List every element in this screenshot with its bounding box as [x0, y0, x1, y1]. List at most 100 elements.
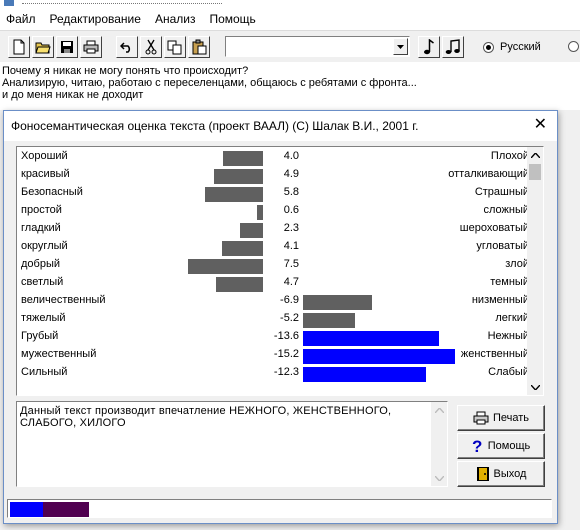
printer-icon	[473, 411, 489, 425]
text-line: и до меня никак не доходит	[2, 89, 144, 101]
open-button[interactable]	[32, 36, 54, 58]
scale-row[interactable]: тяжелый -5.2 легкий	[17, 310, 529, 328]
scale-row[interactable]: светлый 4.7 темный	[17, 274, 529, 292]
toolbar-combobox[interactable]	[225, 36, 410, 57]
scale-bar	[303, 313, 355, 328]
result-scrollbar[interactable]	[431, 402, 447, 486]
scale-right-word: Нежный	[487, 330, 529, 342]
scale-right-word: угловатый	[476, 240, 529, 252]
radio-dot	[568, 41, 579, 52]
scale-left-word: мужественный	[21, 348, 97, 360]
scale-right-word: Слабый	[488, 366, 529, 378]
print-button[interactable]: Печать	[457, 405, 545, 431]
scale-row[interactable]: величественный -6.9 низменный	[17, 292, 529, 310]
scale-value: -15.2	[273, 348, 299, 360]
help-button[interactable]: ? Помощь	[457, 433, 545, 459]
menu-help[interactable]: Помощь	[202, 12, 262, 26]
new-button[interactable]	[8, 36, 30, 58]
language-radio-russian[interactable]: Русский	[483, 41, 541, 53]
print-icon	[83, 40, 99, 54]
scale-row[interactable]: добрый 7.5 злой	[17, 256, 529, 274]
scale-left-word: Хороший	[21, 150, 68, 162]
door-icon	[476, 467, 489, 481]
close-icon[interactable]: ✕	[534, 117, 547, 133]
combobox-arrow[interactable]	[393, 38, 408, 55]
scroll-down-button[interactable]	[527, 379, 543, 395]
app-title-bar	[0, 0, 580, 8]
scale-row[interactable]: мужественный -15.2 женственный	[17, 346, 529, 364]
scale-row[interactable]: простой 0.6 сложный	[17, 202, 529, 220]
copy-button[interactable]	[164, 36, 186, 58]
text-line: Анализирую, читаю, работаю с переселенца…	[2, 77, 417, 89]
scale-value: -6.9	[280, 294, 299, 306]
scroll-down-button[interactable]	[431, 470, 447, 486]
dialog-title: Фоносемантическая оценка текста (проект …	[11, 119, 419, 133]
scale-right-word: злой	[505, 258, 529, 270]
phonosemantic-dialog: Фоносемантическая оценка текста (проект …	[3, 110, 558, 524]
scales-list[interactable]: Хороший 4.0 Плохой красивый 4.9 отталкивающий…	[16, 146, 544, 396]
result-text: Данный текст производит впечатление НЕЖН…	[20, 405, 392, 429]
scale-value: 7.5	[283, 258, 299, 270]
scale-row[interactable]: Грубый -13.6 Нежный	[17, 328, 529, 346]
scale-right-word: Плохой	[490, 150, 529, 162]
scales-scrollbar[interactable]	[527, 147, 543, 395]
save-icon	[61, 41, 73, 53]
scroll-up-button[interactable]	[527, 147, 543, 163]
scale-row[interactable]: Безопасный 5.8 Страшный	[17, 184, 529, 202]
scale-left-word: Безопасный	[21, 186, 83, 198]
scale-row[interactable]: красивый 4.9 отталкивающий	[17, 166, 529, 184]
question-icon: ?	[472, 438, 482, 454]
chevron-down-icon	[397, 44, 404, 49]
result-text-box[interactable]: Данный текст производит впечатление НЕЖН…	[16, 401, 448, 487]
scale-left-word: гладкий	[21, 222, 61, 234]
source-text-area[interactable]: Почему я никак не могу понять что происх…	[0, 62, 580, 110]
scale-row[interactable]: Сильный -12.3 Слабый	[17, 364, 529, 382]
radio-label: Русский	[500, 41, 541, 53]
scale-row[interactable]: округлый 4.1 угловатый	[17, 238, 529, 256]
scale-row[interactable]: гладкий 2.3 шероховатый	[17, 220, 529, 238]
radio-dot	[483, 41, 494, 53]
scale-row[interactable]: Хороший 4.0 Плохой	[17, 148, 529, 166]
menu-file[interactable]: Файл	[0, 12, 43, 26]
menu-edit[interactable]: Редактирование	[43, 12, 148, 26]
background-window-area	[560, 110, 580, 524]
scale-left-word: величественный	[21, 294, 106, 306]
scale-value: -5.2	[280, 312, 299, 324]
status-color-purple	[43, 502, 89, 517]
language-radio-other[interactable]	[568, 41, 579, 52]
scale-value: 4.9	[283, 168, 299, 180]
scale-right-word: шероховатый	[459, 222, 529, 234]
scale-right-word: легкий	[495, 312, 529, 324]
scale-bar	[303, 367, 426, 382]
scroll-thumb[interactable]	[529, 164, 541, 180]
exit-button[interactable]: Выход	[457, 461, 545, 487]
color-status-bar	[7, 499, 552, 518]
paste-button[interactable]	[188, 36, 210, 58]
app-title	[22, 0, 222, 4]
scale-bar	[303, 331, 439, 346]
menu-analysis[interactable]: Анализ	[148, 12, 203, 26]
cut-icon	[145, 39, 157, 55]
chevron-down-icon	[530, 384, 540, 390]
chevron-up-icon	[434, 407, 444, 413]
scale-bar	[303, 349, 455, 364]
scale-right-word: сложный	[483, 204, 529, 216]
print-button[interactable]	[80, 36, 102, 58]
double-note-button[interactable]	[442, 36, 464, 58]
svg-text:?: ?	[472, 438, 482, 454]
save-button[interactable]	[56, 36, 78, 58]
scale-right-word: темный	[490, 276, 529, 288]
scale-right-word: низменный	[471, 294, 529, 306]
toolbar: Русский	[0, 30, 580, 62]
chevron-down-icon	[434, 475, 444, 481]
dialog-title-bar: Фоносемантическая оценка текста (проект …	[4, 111, 557, 141]
menu-bar: Файл Редактирование Анализ Помощь	[0, 8, 580, 30]
scroll-up-button[interactable]	[431, 402, 447, 418]
note-icon	[424, 39, 434, 55]
note-button[interactable]	[418, 36, 440, 58]
print-label: Печать	[492, 412, 530, 424]
paste-icon	[192, 39, 206, 55]
undo-button[interactable]	[116, 36, 138, 58]
cut-button[interactable]	[140, 36, 162, 58]
undo-icon	[120, 42, 131, 53]
